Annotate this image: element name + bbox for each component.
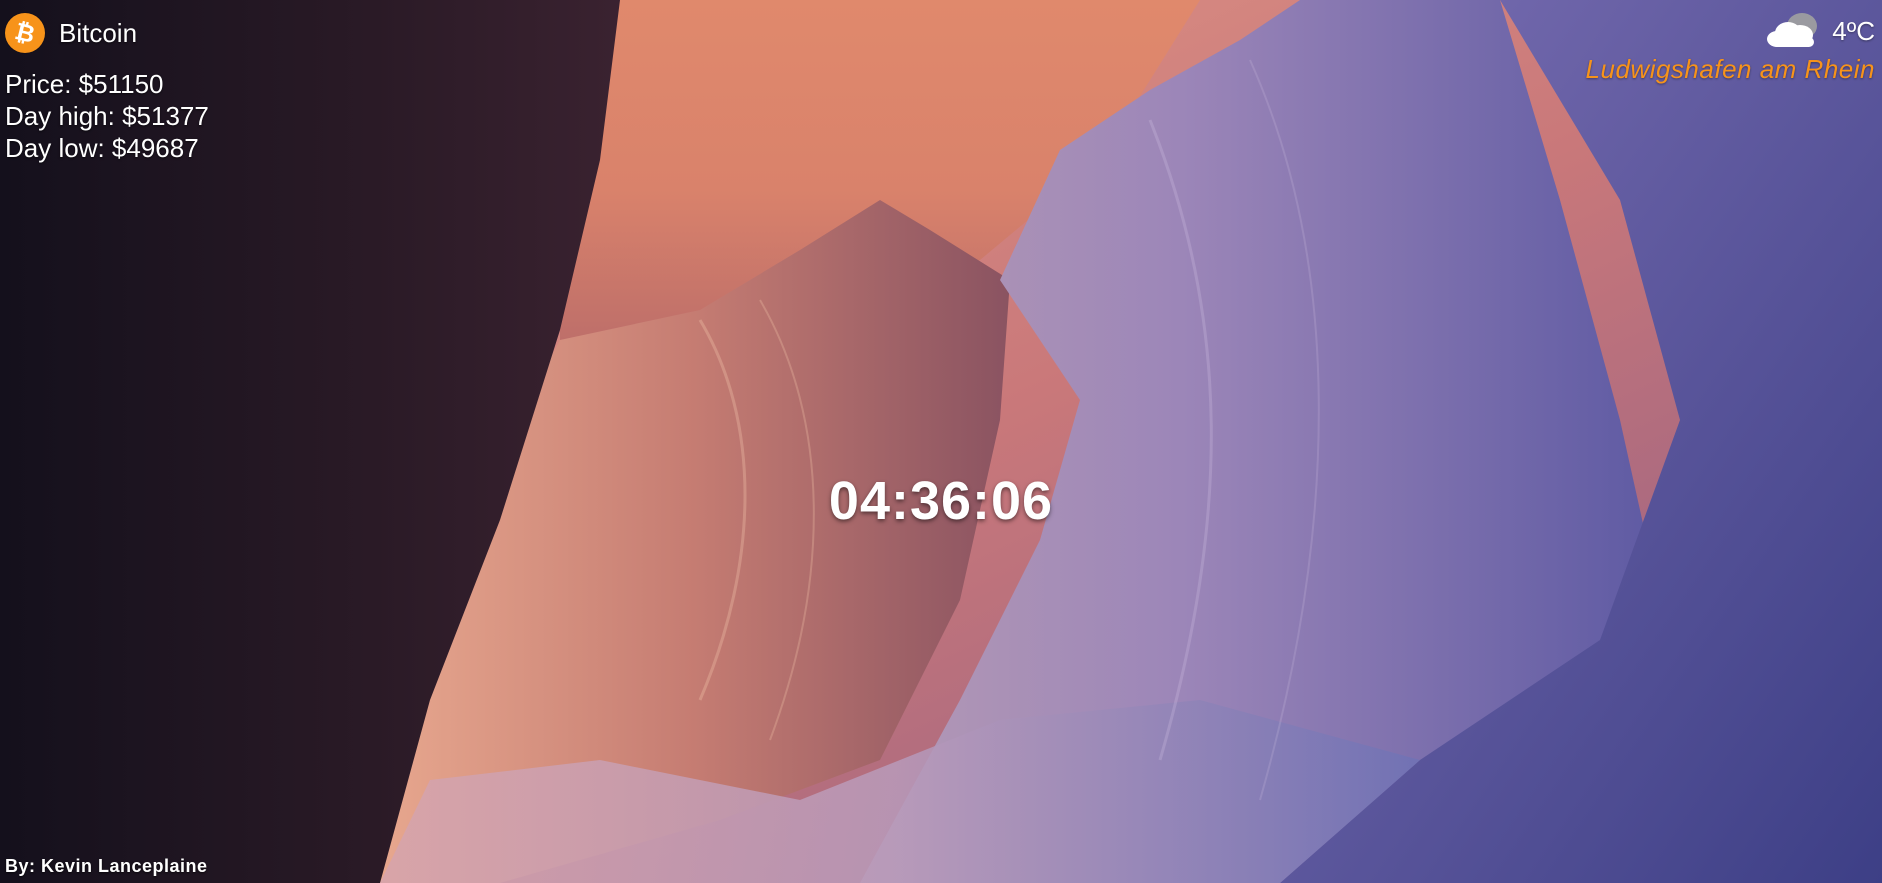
crypto-stats: Price: $51150 Day high: $51377 Day low: … bbox=[5, 68, 209, 164]
photo-credit: By: Kevin Lanceplaine bbox=[5, 856, 208, 876]
crypto-day-high: Day high: $51377 bbox=[5, 101, 209, 131]
cloud-icon bbox=[1764, 9, 1822, 54]
crypto-day-low: Day low: $49687 bbox=[5, 133, 199, 163]
crypto-name: Bitcoin bbox=[59, 17, 138, 48]
clock-time: 04:36:06 bbox=[828, 471, 1054, 531]
bitcoin-icon: ₿ bbox=[5, 13, 45, 53]
weather-widget: 4ºC Ludwigshafen am Rhein bbox=[1586, 10, 1875, 85]
background-image bbox=[0, 0, 1882, 883]
city-name: Ludwigshafen am Rhein bbox=[1585, 54, 1875, 84]
weather-row: 4ºC bbox=[1586, 10, 1875, 52]
crypto-widget: ₿ Bitcoin Price: $51150 Day high: $51377… bbox=[5, 12, 209, 164]
crypto-price: Price: $51150 bbox=[5, 69, 164, 99]
temperature: 4ºC bbox=[1832, 15, 1875, 46]
crypto-header: ₿ Bitcoin bbox=[5, 12, 209, 54]
